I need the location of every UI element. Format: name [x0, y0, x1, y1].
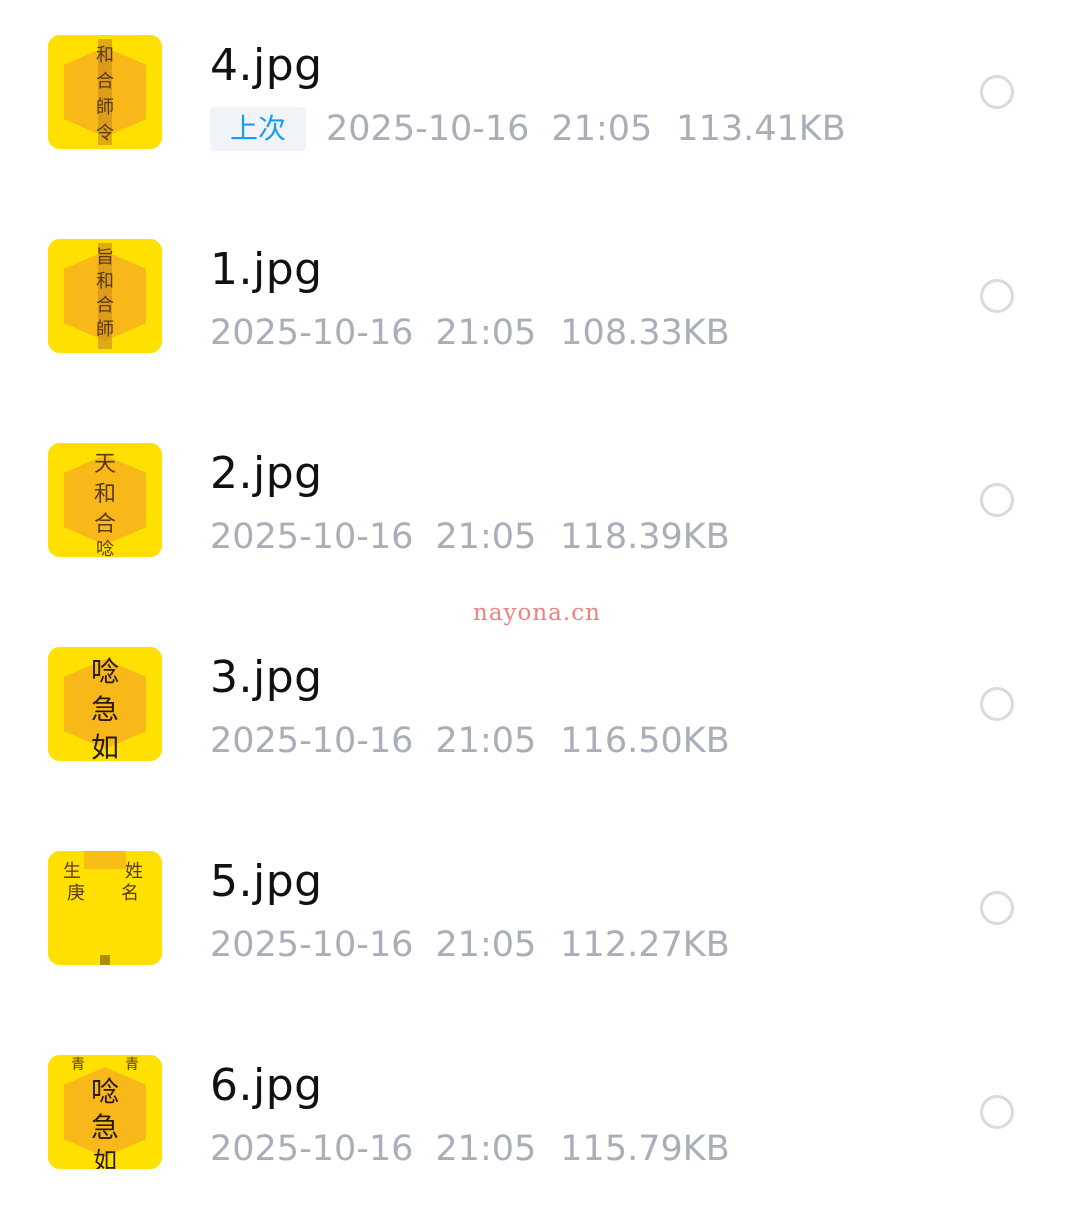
- file-meta: 2025-10-16 21:05 112.27KB: [210, 920, 730, 970]
- file-time: 21:05: [435, 1129, 537, 1169]
- file-date: 2025-10-16: [210, 1129, 414, 1169]
- file-meta: 2025-10-16 21:05 115.79KB: [210, 1124, 730, 1174]
- svg-text:急: 急: [91, 693, 119, 726]
- file-size: 113.41KB: [676, 109, 846, 149]
- svg-text:師: 師: [96, 319, 114, 340]
- file-time: 21:05: [551, 109, 653, 149]
- select-radio-button[interactable]: [980, 687, 1014, 721]
- svg-text:和: 和: [94, 482, 116, 507]
- thumbnail-image: 和 合 師 令: [48, 35, 162, 149]
- svg-text:旨: 旨: [96, 247, 114, 268]
- svg-text:合: 合: [96, 71, 114, 92]
- file-meta: 上次 2025-10-16 21:05 113.41KB: [210, 104, 846, 154]
- file-date: 2025-10-16: [326, 109, 530, 149]
- svg-text:急: 急: [91, 1111, 119, 1144]
- file-date: 2025-10-16: [210, 721, 414, 761]
- select-radio-button[interactable]: [980, 483, 1014, 517]
- svg-text:令: 令: [96, 123, 114, 144]
- svg-text:青: 青: [125, 1057, 139, 1073]
- thumbnail-image: 生 庚 姓 名: [48, 851, 162, 965]
- file-meta: 2025-10-16 21:05 116.50KB: [210, 716, 730, 766]
- thumbnail-image: 天 和 合 唸: [48, 443, 162, 557]
- select-radio-button[interactable]: [980, 1095, 1014, 1129]
- svg-text:生: 生: [63, 861, 81, 882]
- svg-text:青: 青: [71, 1057, 85, 1073]
- thumbnail-image: 青 青 唸 急 如: [48, 1055, 162, 1169]
- file-size: 115.79KB: [560, 1129, 730, 1169]
- file-date: 2025-10-16: [210, 517, 414, 557]
- file-date: 2025-10-16: [210, 313, 414, 353]
- file-row[interactable]: 旨 和 合 師 1.jpg 2025-10-16 21:05 108.33KB: [0, 204, 1080, 408]
- file-size: 108.33KB: [560, 313, 730, 353]
- file-size: 112.27KB: [560, 925, 730, 965]
- svg-text:合: 合: [96, 295, 114, 316]
- svg-text:姓: 姓: [125, 861, 143, 882]
- file-meta: 2025-10-16 21:05 108.33KB: [210, 308, 730, 358]
- file-row[interactable]: 生 庚 姓 名 5.jpg 2025-10-16 21:05 112.27KB: [0, 816, 1080, 1020]
- svg-text:如: 如: [91, 731, 119, 761]
- svg-text:庚: 庚: [67, 883, 85, 904]
- file-time: 21:05: [435, 517, 537, 557]
- file-row[interactable]: 和 合 師 令 4.jpg 上次 2025-10-16 21:05 113.41…: [0, 0, 1080, 204]
- file-name: 6.jpg: [210, 1060, 323, 1111]
- file-date: 2025-10-16: [210, 925, 414, 965]
- file-time: 21:05: [435, 925, 537, 965]
- file-name: 4.jpg: [210, 40, 323, 91]
- file-time: 21:05: [435, 721, 537, 761]
- file-name: 1.jpg: [210, 244, 323, 295]
- thumbnail-image: 旨 和 合 師: [48, 239, 162, 353]
- file-list: 和 合 師 令 4.jpg 上次 2025-10-16 21:05 113.41…: [0, 0, 1080, 1232]
- svg-text:名: 名: [121, 883, 139, 904]
- file-row[interactable]: 青 青 唸 急 如 6.jpg 2025-10-16 21:05 115.79K…: [0, 1020, 1080, 1224]
- file-row[interactable]: 天 和 合 唸 2.jpg 2025-10-16 21:05 118.39KB: [0, 408, 1080, 612]
- select-radio-button[interactable]: [980, 891, 1014, 925]
- file-name: 2.jpg: [210, 448, 323, 499]
- svg-text:師: 師: [96, 97, 114, 118]
- last-opened-badge: 上次: [210, 107, 307, 151]
- svg-text:如: 如: [93, 1147, 117, 1169]
- thumbnail-image: 唸 急 如: [48, 647, 162, 761]
- file-size: 118.39KB: [560, 517, 730, 557]
- svg-text:唸: 唸: [91, 655, 119, 688]
- file-name: 5.jpg: [210, 856, 323, 907]
- file-name: 3.jpg: [210, 652, 323, 703]
- svg-text:和: 和: [96, 45, 114, 66]
- file-row[interactable]: 唸 急 如 3.jpg 2025-10-16 21:05 116.50KB: [0, 612, 1080, 816]
- svg-text:唸: 唸: [96, 539, 114, 557]
- select-radio-button[interactable]: [980, 279, 1014, 313]
- file-meta: 2025-10-16 21:05 118.39KB: [210, 512, 730, 562]
- svg-text:合: 合: [94, 512, 116, 537]
- file-size: 116.50KB: [560, 721, 730, 761]
- file-time: 21:05: [435, 313, 537, 353]
- select-radio-button[interactable]: [980, 75, 1014, 109]
- watermark-text: nayona.cn: [473, 600, 601, 626]
- svg-text:和: 和: [96, 271, 114, 292]
- svg-text:唸: 唸: [91, 1075, 119, 1108]
- svg-text:天: 天: [94, 452, 116, 477]
